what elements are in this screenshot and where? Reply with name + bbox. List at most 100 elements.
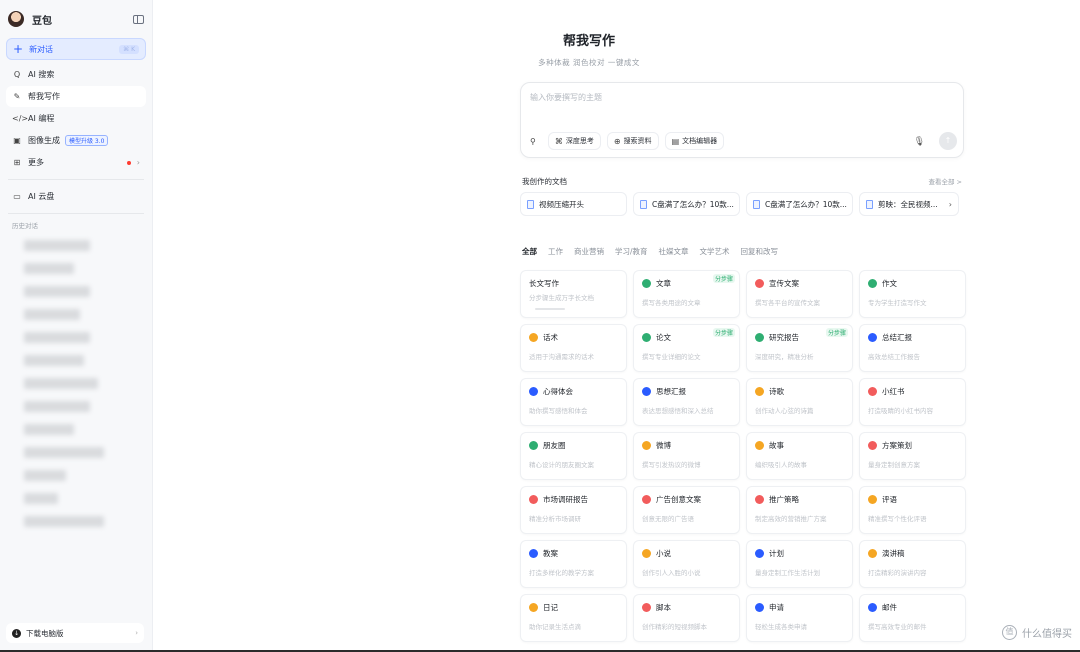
- template-card[interactable]: 总结汇报 高效总结工作报告: [859, 324, 966, 372]
- template-card[interactable]: 申请 轻松生成各类申请: [746, 594, 853, 642]
- template-card[interactable]: 计划 量身定制工作生活计划: [746, 540, 853, 588]
- send-button[interactable]: ↑: [939, 132, 957, 150]
- template-card-header: 小红书: [868, 386, 957, 397]
- template-title: 方案策划: [882, 441, 912, 450]
- history-item-blurred[interactable]: [24, 309, 80, 320]
- avatar[interactable]: [8, 11, 24, 27]
- history-item-blurred[interactable]: [24, 493, 58, 504]
- template-card[interactable]: 研究报告 深度研究，精准分析 分步骤: [746, 324, 853, 372]
- template-card[interactable]: 推广策略 制定高效的营销推广方案: [746, 486, 853, 534]
- tab-social[interactable]: 社媒文章: [659, 246, 689, 257]
- template-card-header: 日记: [529, 602, 618, 613]
- template-card[interactable]: 小说 创作引人入胜的小说: [633, 540, 740, 588]
- template-title: 申请: [769, 603, 784, 612]
- history-item-blurred[interactable]: [24, 470, 66, 481]
- doc-editor-button[interactable]: ▤ 文档编辑器: [664, 132, 725, 150]
- template-desc: 表达思想感悟和深入总结: [642, 407, 714, 415]
- template-card[interactable]: 故事 编织吸引人的故事: [746, 432, 853, 480]
- history-item-blurred[interactable]: [24, 286, 90, 297]
- template-icon: [868, 603, 877, 612]
- template-card[interactable]: 论文 撰写专业详细的论文 分步骤: [633, 324, 740, 372]
- template-card-header: 微博: [642, 440, 731, 451]
- template-card-header: 推广策略: [755, 494, 844, 505]
- sidebar-item-image-gen[interactable]: ▣ 图像生成 模型升级 3.0: [6, 130, 146, 151]
- tab-marketing[interactable]: 商业营销: [574, 246, 604, 257]
- template-card[interactable]: 思想汇报表达思想感悟和深入总结: [633, 378, 740, 426]
- sidebar-item-coding[interactable]: </> AI 编程: [6, 108, 146, 129]
- template-desc: 精心设计的朋友圈文案: [529, 461, 594, 469]
- download-desktop-button[interactable]: ↓ 下载电脑版 ›: [6, 623, 144, 643]
- app-window: 豆包 + 新对话 ⌘ K Q AI 搜索 ✎ 帮我写作 </> AI 编程 ▣ …: [0, 0, 1080, 652]
- history-item-blurred[interactable]: [24, 263, 74, 274]
- history-item-blurred[interactable]: [24, 378, 98, 389]
- microphone-icon[interactable]: 🎙: [914, 137, 925, 147]
- page-title: 帮我写作: [562, 34, 615, 49]
- tab-work[interactable]: 工作: [548, 246, 563, 257]
- new-chat-button[interactable]: + 新对话 ⌘ K: [6, 38, 146, 60]
- template-card[interactable]: 话术 适用于沟通需求的话术: [520, 324, 627, 372]
- template-card[interactable]: 评语 精准撰写个性化评语: [859, 486, 966, 534]
- template-card-header: 心得体会: [529, 386, 618, 397]
- history-item-blurred[interactable]: [24, 332, 90, 343]
- template-card[interactable]: 作文 专为学生打造写作文: [859, 270, 966, 318]
- divider: [8, 213, 144, 214]
- template-icon: [755, 279, 764, 288]
- sidebar-item-more[interactable]: ⊞ 更多 ›: [6, 152, 146, 173]
- doc-card[interactable]: C盘满了怎么办？10款...: [633, 192, 740, 216]
- template-card-header: 市场调研报告: [529, 494, 618, 505]
- template-card[interactable]: 朋友圈 精心设计的朋友圈文案: [520, 432, 627, 480]
- prompt-composer[interactable]: 输入你要撰写的主题 ⚲ ⌘ 深度思考 ⊕ 搜索资料 ▤ 文档编辑器 🎙 ↑: [520, 82, 964, 158]
- template-card[interactable]: 微博 撰写引发热议的微博: [633, 432, 740, 480]
- template-card[interactable]: 教案 打造多样化的教学方案: [520, 540, 627, 588]
- tab-all[interactable]: 全部: [522, 246, 537, 257]
- template-card[interactable]: 宣传文案 撰写各平台的宣传文案: [746, 270, 853, 318]
- attach-button[interactable]: ⚲: [527, 132, 542, 150]
- doc-icon: [866, 199, 873, 209]
- template-card[interactable]: 日记 助你记录生活点滴: [520, 594, 627, 642]
- doc-card[interactable]: 视频压缩开头: [520, 192, 627, 216]
- template-card[interactable]: 方案策划 量身定制创意方案: [859, 432, 966, 480]
- view-all-link[interactable]: 查看全部 >: [928, 176, 962, 187]
- history-item-blurred[interactable]: [24, 355, 84, 366]
- search-sources-button[interactable]: ⊕ 搜索资料: [606, 132, 659, 150]
- template-desc: 打造精彩的演讲内容: [868, 569, 927, 577]
- history-item-blurred[interactable]: [24, 447, 104, 458]
- template-card[interactable]: 心得体会 助你撰写感悟和体会: [520, 378, 627, 426]
- history-item-blurred[interactable]: [24, 424, 74, 435]
- tab-reply-rewrite[interactable]: 回复和改写: [741, 246, 779, 257]
- watermark-text: 什么值得买: [1022, 629, 1072, 640]
- doc-card[interactable]: C盘满了怎么办？10款...: [746, 192, 853, 216]
- history-item-blurred[interactable]: [24, 240, 90, 251]
- history-item-blurred[interactable]: [24, 401, 90, 412]
- template-desc: 撰写高效专业的邮件: [868, 623, 927, 631]
- template-card[interactable]: 文章 撰写各类用途的文章 分步骤: [633, 270, 740, 318]
- writing-template-grid: 长文写作 分步骤生成万字长文档 文章 撰写各类用途的文章 分步骤 宣传文案 撰写各平台的宣传…: [520, 270, 966, 642]
- tab-study[interactable]: 学习/教育: [615, 246, 648, 257]
- template-card[interactable]: 邮件 撰写高效专业的邮件: [859, 594, 966, 642]
- sidebar-item-label: AI 云盘: [28, 192, 55, 201]
- template-icon: [868, 387, 877, 396]
- chevron-right-icon[interactable]: ›: [949, 200, 952, 209]
- template-card[interactable]: 演讲稿 打造精彩的演讲内容: [859, 540, 966, 588]
- doc-icon: [640, 199, 647, 209]
- sidebar-item-ai-search[interactable]: Q AI 搜索: [6, 64, 146, 85]
- template-card[interactable]: 诗歌 创作动人心弦的诗篇: [746, 378, 853, 426]
- template-card[interactable]: 脚本 创作精彩的短视频脚本: [633, 594, 740, 642]
- prompt-input[interactable]: 输入你要撰写的主题: [530, 92, 602, 103]
- sidebar-toggle-icon[interactable]: [133, 14, 144, 24]
- history-item-blurred[interactable]: [24, 516, 104, 527]
- template-card[interactable]: 小红书 打造吸睛的小红书内容: [859, 378, 966, 426]
- template-card[interactable]: 广告创意文案 创意无限的广告语: [633, 486, 740, 534]
- tab-literature[interactable]: 文学艺术: [700, 246, 730, 257]
- template-desc: 撰写各平台的宣传文案: [755, 299, 820, 307]
- doc-card[interactable]: 剪映：全民视频... ›: [859, 192, 959, 216]
- template-card[interactable]: 市场调研报告 精准分析市场调研: [520, 486, 627, 534]
- template-card[interactable]: 长文写作 分步骤生成万字长文档: [520, 270, 627, 318]
- sidebar-item-writing[interactable]: ✎ 帮我写作: [6, 86, 146, 107]
- template-title: 思想汇报: [656, 387, 686, 396]
- sidebar-item-cloud[interactable]: ▭ AI 云盘: [6, 186, 146, 207]
- template-desc: 撰写各类用途的文章: [642, 299, 701, 307]
- template-title: 长文写作: [529, 279, 559, 288]
- history-list: [6, 240, 146, 527]
- deep-think-button[interactable]: ⌘ 深度思考: [547, 132, 601, 150]
